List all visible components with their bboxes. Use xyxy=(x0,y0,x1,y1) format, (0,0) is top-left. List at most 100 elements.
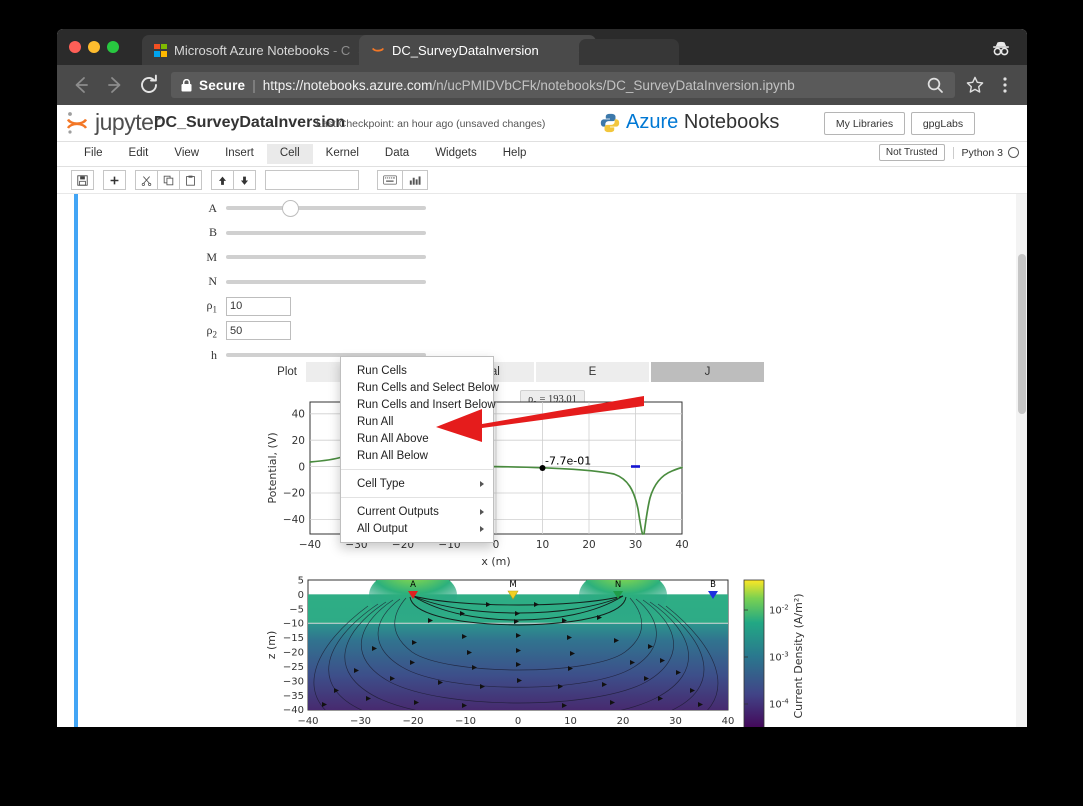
bar-chart-icon xyxy=(409,175,422,186)
slider-m[interactable] xyxy=(226,255,426,259)
widget-row-rho2: ρ2 50 xyxy=(165,319,495,344)
close-window-button[interactable] xyxy=(69,41,81,53)
svg-text:−25: −25 xyxy=(283,662,304,673)
svg-text:−40: −40 xyxy=(297,716,318,727)
azure-notebooks-label: Azure Notebooks xyxy=(626,111,779,134)
svg-text:5: 5 xyxy=(298,576,304,587)
copy-icon xyxy=(163,175,174,186)
menu-item-current-outputs[interactable]: Current Outputs xyxy=(341,503,493,520)
reload-icon[interactable] xyxy=(137,73,161,97)
svg-text:−5: −5 xyxy=(289,604,304,615)
tab-j[interactable]: J xyxy=(651,362,764,382)
jupyter-wordmark: jupyter xyxy=(95,109,161,136)
cut-button[interactable] xyxy=(135,170,158,190)
widget-row-a: A xyxy=(165,196,495,221)
rho2-input[interactable]: 50 xyxy=(226,321,291,340)
kernel-name-label: Python 3 xyxy=(962,147,1003,159)
kernel-indicator[interactable]: Python 3 xyxy=(953,147,1019,159)
address-separator: | xyxy=(252,78,256,93)
paste-button[interactable] xyxy=(179,170,202,190)
minimize-window-button[interactable] xyxy=(88,41,100,53)
trust-status-badge[interactable]: Not Trusted xyxy=(879,144,945,161)
screenshot-root: Microsoft Azure Notebooks - C × DC_Surve… xyxy=(0,0,1083,806)
menu-item-run-all-below[interactable]: Run All Below xyxy=(341,447,493,464)
svg-text:−30: −30 xyxy=(283,676,304,687)
menu-edit[interactable]: Edit xyxy=(116,144,162,164)
plot-tabs-label: Plot xyxy=(237,366,306,378)
current-ylabel: z (m) xyxy=(265,631,278,660)
menu-file[interactable]: File xyxy=(71,144,116,164)
slider-b[interactable] xyxy=(226,231,426,235)
insert-cell-button[interactable] xyxy=(103,170,126,190)
slider-n[interactable] xyxy=(226,280,426,284)
browser-tab-azure-notebooks[interactable]: Microsoft Azure Notebooks - C × xyxy=(142,35,376,65)
browser-tab-dc-surveydatainversion[interactable]: DC_SurveyDataInversion × xyxy=(359,35,596,65)
menu-insert[interactable]: Insert xyxy=(212,144,267,164)
menu-cell[interactable]: Cell xyxy=(267,144,313,164)
svg-text:−10: −10 xyxy=(455,716,476,727)
address-bar[interactable]: Secure | https://notebooks.azure.com/n/u… xyxy=(171,72,955,98)
new-tab-placeholder[interactable] xyxy=(579,39,679,65)
kebab-menu-icon[interactable] xyxy=(995,75,1015,95)
copy-button[interactable] xyxy=(157,170,180,190)
menu-widgets[interactable]: Widgets xyxy=(422,144,490,164)
search-zoom-icon[interactable] xyxy=(925,75,945,95)
my-libraries-button[interactable]: My Libraries xyxy=(824,112,905,135)
forward-arrow-icon[interactable] xyxy=(103,73,127,97)
scrollbar-thumb[interactable] xyxy=(1018,254,1026,414)
svg-text:−10: −10 xyxy=(283,619,304,630)
colorbar-label: Current Density (A/m²) xyxy=(792,593,805,718)
toolbar-group-clipboard xyxy=(135,170,202,190)
svg-text:0: 0 xyxy=(298,590,304,601)
incognito-icon xyxy=(988,37,1014,59)
save-button[interactable] xyxy=(71,170,94,190)
lock-icon xyxy=(181,79,192,92)
plus-icon xyxy=(109,175,120,186)
python-logo-icon xyxy=(599,112,621,134)
menu-item-cell-type[interactable]: Cell Type xyxy=(341,475,493,492)
azure-notebooks-brand: Azure Notebooks xyxy=(599,111,779,134)
toolbar-group-insert xyxy=(103,170,126,190)
move-cell-up-button[interactable] xyxy=(211,170,234,190)
notebook-scrollbar[interactable] xyxy=(1016,194,1027,727)
selected-cell-indicator xyxy=(74,194,78,727)
cell-type-select[interactable] xyxy=(265,170,359,190)
tab-title: Microsoft Azure Notebooks - C xyxy=(174,43,351,58)
save-floppy-icon xyxy=(77,175,88,186)
star-icon[interactable] xyxy=(965,75,985,95)
tab-title: DC_SurveyDataInversion xyxy=(392,43,571,58)
svg-text:0: 0 xyxy=(298,461,305,473)
rho1-input[interactable]: 10 xyxy=(226,297,291,316)
slider-handle[interactable] xyxy=(282,200,299,217)
jupyter-logo[interactable]: jupyter xyxy=(65,109,161,136)
menu-data[interactable]: Data xyxy=(372,144,422,164)
menu-kernel[interactable]: Kernel xyxy=(313,144,372,164)
colorbar xyxy=(744,580,764,727)
maximize-window-button[interactable] xyxy=(107,41,119,53)
arrow-down-icon xyxy=(239,175,250,186)
tab-e[interactable]: E xyxy=(536,362,649,382)
dashboard-chart-button[interactable] xyxy=(402,170,428,190)
svg-text:−20: −20 xyxy=(283,488,305,500)
gpglabs-button[interactable]: gpgLabs xyxy=(911,112,975,135)
menu-help[interactable]: Help xyxy=(490,144,540,164)
electrode-n-label: N xyxy=(615,580,621,590)
chevron-right-icon xyxy=(480,481,484,487)
colorbar-tick-1: 10-2 xyxy=(769,604,789,617)
menu-item-all-output[interactable]: All Output xyxy=(341,520,493,537)
svg-text:10: 10 xyxy=(536,539,549,551)
microsoft-logo-icon xyxy=(154,44,167,57)
slider-a[interactable] xyxy=(226,206,426,210)
svg-text:40: 40 xyxy=(722,716,735,727)
svg-text:30: 30 xyxy=(629,539,642,551)
menu-item-run-cells[interactable]: Run Cells xyxy=(341,362,493,379)
move-cell-down-button[interactable] xyxy=(233,170,256,190)
svg-text:−40: −40 xyxy=(283,514,305,526)
menu-view[interactable]: View xyxy=(161,144,212,164)
paste-icon xyxy=(185,175,196,186)
widget-label-a: A xyxy=(165,201,217,216)
back-arrow-icon[interactable] xyxy=(69,73,93,97)
keyboard-icon xyxy=(383,175,397,185)
current-density-plot: A M N B 5 0 −5 −10 −15 −20 −25 xyxy=(262,572,807,727)
keyboard-shortcut-button[interactable] xyxy=(377,170,403,190)
